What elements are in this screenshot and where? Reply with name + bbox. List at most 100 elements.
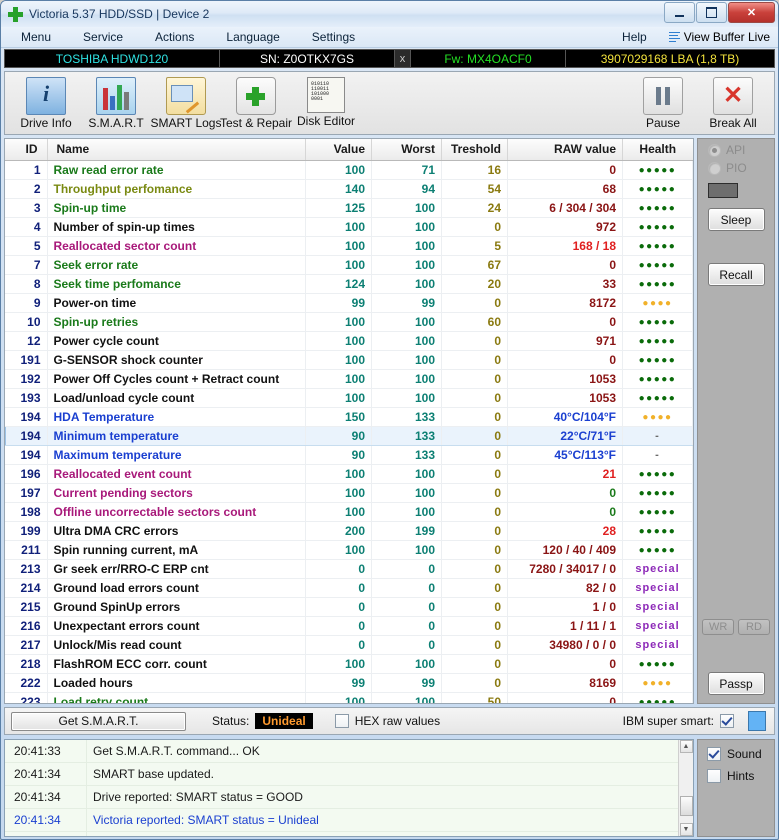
cell-health: ●●●●: [622, 407, 693, 427]
table-row[interactable]: 197 Current pending sectors 100 100 0 0 ●●●●●: [5, 483, 693, 503]
table-row[interactable]: 7 Seek error rate 100 100 67 0 ●●●●●: [5, 255, 693, 275]
column-header-id[interactable]: ID: [5, 139, 48, 161]
log-scroll-up-button[interactable]: ▲: [679, 740, 693, 753]
toolbar-test-repair-button[interactable]: Test & Repair: [220, 75, 292, 130]
column-header-value[interactable]: Value: [305, 139, 372, 161]
table-row[interactable]: 1 Raw read error rate 100 71 16 0 ●●●●●: [5, 160, 693, 180]
column-header-worst[interactable]: Worst: [371, 139, 442, 161]
table-row[interactable]: 199 Ultra DMA CRC errors 200 199 0 28 ●●●●●: [5, 521, 693, 541]
menu-item-menu[interactable]: Menu: [5, 28, 67, 46]
table-row[interactable]: 218 FlashROM ECC corr. count 100 100 0 0 ●●●●●: [5, 654, 693, 674]
pio-radio-row[interactable]: PIO: [698, 157, 774, 175]
table-row[interactable]: 10 Spin-up retries 100 100 60 0 ●●●●●: [5, 312, 693, 332]
table-row[interactable]: 198 Offline uncorrectable sectors count 10…: [5, 502, 693, 522]
ibm-super-smart-checkbox[interactable]: [720, 714, 734, 728]
pio-radio-icon[interactable]: [708, 161, 721, 175]
sound-option-row[interactable]: Sound: [707, 747, 774, 761]
toolbar-pause-button[interactable]: Pause: [628, 75, 698, 130]
api-radio-icon[interactable]: [708, 143, 721, 157]
ibm-super-smart-row[interactable]: IBM super smart:: [623, 714, 734, 728]
toolbar-smart-button[interactable]: S.M.A.R.T: [81, 75, 151, 130]
hex-raw-values-row[interactable]: HEX raw values: [334, 714, 440, 728]
log-scroll-down-button[interactable]: ▼: [679, 823, 693, 836]
cell-raw-value: 22°C/71°F: [507, 426, 623, 446]
view-buffer-live-button[interactable]: View Buffer Live: [665, 29, 774, 45]
toolbar-smart-logs-button[interactable]: SMART Logs: [151, 75, 221, 130]
get-smart-button[interactable]: Get S.M.A.R.T.: [11, 711, 186, 731]
table-row[interactable]: 213 Gr seek err/RRO-C ERP cnt 0 0 0 7280 / 34…: [5, 559, 693, 579]
cell-name: Spin-up retries: [47, 312, 306, 332]
table-row[interactable]: 194 Maximum temperature 90 133 0 45°C/113°F -: [5, 445, 693, 465]
sound-checkbox[interactable]: [707, 747, 721, 761]
cell-id: 7: [5, 255, 48, 275]
recall-button[interactable]: Recall: [707, 263, 765, 286]
cell-name: Offline uncorrectable sectors count: [47, 502, 306, 522]
hex-raw-values-checkbox[interactable]: [334, 714, 349, 728]
table-row[interactable]: 192 Power Off Cycles count + Retract coun…: [5, 369, 693, 389]
table-row[interactable]: 211 Spin running current, mA 100 100 0 120 / …: [5, 540, 693, 560]
table-row[interactable]: 215 Ground SpinUp errors 0 0 0 1 / 0 special: [5, 597, 693, 617]
table-row[interactable]: 8 Seek time perfomance 124 100 20 33 ●●●●●: [5, 274, 693, 294]
cell-value: 100: [305, 483, 372, 503]
menu-item-language[interactable]: Language: [210, 28, 295, 46]
cell-health: ●●●●●: [622, 179, 693, 199]
table-row[interactable]: 4 Number of spin-up times 100 100 0 972 ●●●●●: [5, 217, 693, 237]
table-row[interactable]: 3 Spin-up time 125 100 24 6 / 304 / 304 ●●●●●: [5, 198, 693, 218]
health-special-label: special: [635, 581, 680, 594]
clear-drive-button[interactable]: x: [395, 50, 411, 67]
table-row[interactable]: 2 Throughput perfomance 140 94 54 68 ●●●●●: [5, 179, 693, 199]
menu-item-settings[interactable]: Settings: [296, 28, 371, 46]
cell-worst: 199: [371, 521, 442, 541]
column-header-health[interactable]: Health: [622, 139, 693, 161]
table-row[interactable]: 9 Power-on time 99 99 0 8172 ●●●●: [5, 293, 693, 313]
log-timestamp: 20:41:34: [5, 785, 87, 809]
minimize-button[interactable]: [664, 2, 695, 23]
cell-raw-value: 0: [507, 160, 623, 180]
cell-id: 214: [5, 578, 48, 598]
cell-id: 3: [5, 198, 48, 218]
table-row[interactable]: 193 Load/unload cycle count 100 100 0 1053 ●●●…: [5, 388, 693, 408]
wr-button[interactable]: WR: [702, 619, 734, 635]
log-scroll-thumb[interactable]: [680, 796, 693, 816]
hints-option-row[interactable]: Hints: [707, 769, 774, 783]
cell-value: 100: [305, 464, 372, 484]
toolbar-break-all-button[interactable]: Break All: [698, 75, 768, 130]
cell-raw-value: 33: [507, 274, 623, 294]
table-row[interactable]: 216 Unexpectant errors count 0 0 0 1 / 11 / 1…: [5, 616, 693, 636]
cell-id: 10: [5, 312, 48, 332]
rd-button[interactable]: RD: [738, 619, 770, 635]
api-radio-row[interactable]: API: [698, 139, 774, 157]
column-header-raw-value[interactable]: RAW value: [507, 139, 623, 161]
column-header-treshold[interactable]: Treshold: [441, 139, 508, 161]
maximize-button[interactable]: [696, 2, 727, 23]
toolbar-disk-editor-button[interactable]: 010110 110011 101000 0001 Disk Editor: [291, 75, 361, 128]
blue-indicator-box[interactable]: [748, 711, 766, 731]
column-header-name[interactable]: Name: [47, 139, 306, 161]
close-button[interactable]: ✕: [728, 2, 775, 23]
table-row[interactable]: 12 Power cycle count 100 100 0 971 ●●●●●: [5, 331, 693, 351]
table-row[interactable]: 194 Minimum temperature 90 133 0 22°C/71°F -: [5, 426, 693, 446]
cell-threshold: 0: [441, 578, 508, 598]
cell-raw-value: 0: [507, 255, 623, 275]
passport-button[interactable]: Passp: [707, 672, 765, 695]
sleep-button[interactable]: Sleep: [707, 208, 765, 231]
cell-id: 2: [5, 179, 48, 199]
log-scrollbar[interactable]: ▲ ▼: [678, 740, 693, 836]
table-row[interactable]: 5 Reallocated sector count 100 100 5 168 / 18…: [5, 236, 693, 256]
toolbar-break-all-label: Break All: [709, 116, 757, 130]
table-row[interactable]: 222 Loaded hours 99 99 0 8169 ●●●●: [5, 673, 693, 693]
table-row[interactable]: 191 G-SENSOR shock counter 100 100 0 0 ●●●●●: [5, 350, 693, 370]
table-row[interactable]: 223 Load retry count 100 100 50 0 ●●●●●: [5, 692, 693, 703]
table-row[interactable]: 194 HDA Temperature 150 133 0 40°C/104°F ●●●●: [5, 407, 693, 427]
cell-threshold: 0: [441, 217, 508, 237]
pio-radio-label: PIO: [726, 161, 747, 175]
table-row[interactable]: 196 Reallocated event count 100 100 0 21 ●●●●●: [5, 464, 693, 484]
cell-value: 150: [305, 407, 372, 427]
menu-item-help[interactable]: Help: [606, 28, 663, 46]
menu-item-actions[interactable]: Actions: [139, 28, 210, 46]
table-row[interactable]: 217 Unlock/Mis read count 0 0 0 34980 / 0 / 0…: [5, 635, 693, 655]
hints-checkbox[interactable]: [707, 769, 721, 783]
table-row[interactable]: 214 Ground load errors count 0 0 0 82 / 0 spec…: [5, 578, 693, 598]
toolbar-drive-info-button[interactable]: Drive Info: [11, 75, 81, 130]
menu-item-service[interactable]: Service: [67, 28, 139, 46]
